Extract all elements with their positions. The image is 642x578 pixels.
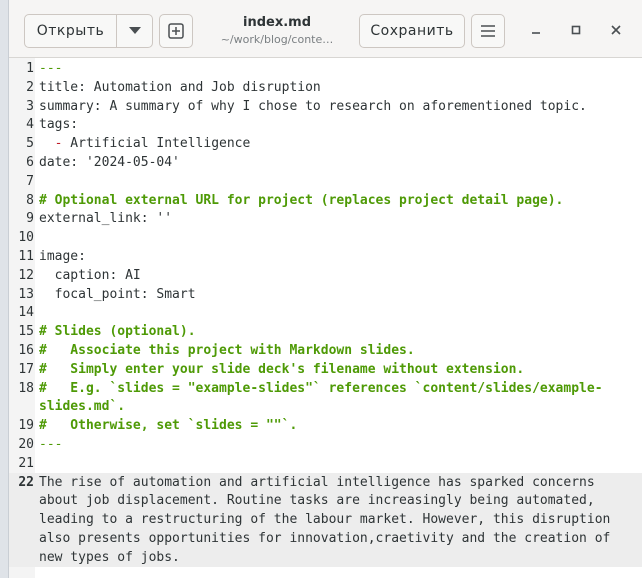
code-line-wrap: new types of jobs. [39, 549, 180, 565]
line-number: 4 [26, 117, 34, 133]
line-number: 13 [18, 286, 34, 302]
open-dropdown-button[interactable] [117, 15, 152, 47]
line-number: 16 [18, 343, 34, 358]
code-line-wrap: about job displacement. Routine tasks ar… [39, 493, 595, 509]
minimize-icon [532, 32, 540, 34]
document-title-area: index.md ~/work/blog/conte… [199, 14, 355, 50]
main-menu-button[interactable] [471, 14, 505, 48]
code-line-wrap: leading to a restructuring of the labour… [39, 512, 611, 528]
maximize-icon [571, 25, 581, 35]
line-number: 7 [26, 173, 34, 189]
chevron-down-icon [128, 27, 141, 34]
code-line: - Artificial Intelligence [39, 134, 251, 153]
code-line: caption: AI [39, 267, 141, 283]
line-number: 18 [18, 380, 34, 396]
code-line: # Associate this project with Markdown s… [39, 343, 415, 358]
code-line-wrap: also presents opportunities for innovati… [39, 531, 611, 546]
line-number: 1 [26, 61, 34, 76]
code-line: title: Automation and Job disruption [39, 79, 321, 95]
code-line: --- [39, 437, 63, 452]
close-icon [611, 25, 621, 35]
document-path: ~/work/blog/conte… [220, 33, 334, 46]
code-line: # Optional external URL for project (rep… [39, 192, 564, 208]
code-line: external_link: '' [39, 211, 173, 227]
open-button[interactable]: Открыть [25, 15, 117, 47]
code-line: # E.g. `slides = "example-slides"` refer… [39, 380, 603, 396]
code-line: summary: A summary of why I chose to res… [39, 98, 587, 114]
code-line: The rise of automation and artificial in… [39, 474, 595, 490]
line-number: 5 [26, 136, 34, 152]
line-number: 11 [18, 249, 34, 264]
line-number: 22 [18, 474, 34, 490]
code-line-wrap: slides.md`. [39, 399, 126, 415]
line-number: 14 [18, 305, 34, 321]
list-item-text: Artificial Intelligence [62, 136, 251, 152]
open-button-group: Открыть [24, 14, 153, 48]
code-line: # Otherwise, set `slides = ""`. [39, 418, 298, 434]
new-document-button[interactable] [159, 14, 193, 48]
maximize-button[interactable] [566, 20, 586, 40]
line-number: 21 [18, 455, 34, 471]
line-number: 19 [18, 418, 34, 434]
close-button[interactable] [606, 20, 626, 40]
side-panel-edge [0, 0, 9, 578]
minimize-button[interactable] [526, 20, 546, 40]
code-line: image: [39, 249, 86, 264]
line-number: 15 [18, 324, 34, 340]
code-line: # Slides (optional). [39, 324, 196, 340]
text-editor[interactable]: 1 --- 2 title: Automation and Job disruptio… [9, 58, 642, 578]
code-line: # Simply enter your slide deck's filenam… [39, 361, 525, 377]
document-title: index.md [242, 15, 311, 30]
plus-box-icon [168, 23, 184, 39]
line-number: 10 [18, 230, 34, 246]
line-number: 12 [18, 267, 34, 283]
line-number: 6 [26, 155, 34, 170]
code-line: tags: [39, 117, 79, 133]
line-number: 20 [18, 437, 34, 452]
code-line: focal_point: Smart [39, 286, 196, 302]
hamburger-menu-icon [481, 25, 495, 37]
save-button[interactable]: Сохранить [359, 14, 465, 48]
line-number: 2 [26, 79, 34, 95]
line-number: 3 [26, 98, 34, 114]
line-number: 17 [18, 361, 34, 377]
line-number: 9 [26, 211, 34, 227]
header-bar: Открыть index.md ~/work/blog/conte… Сохр… [9, 0, 642, 58]
line-number: 8 [26, 192, 34, 208]
code-line: --- [39, 61, 63, 76]
code-line: date: '2024-05-04' [39, 155, 180, 170]
